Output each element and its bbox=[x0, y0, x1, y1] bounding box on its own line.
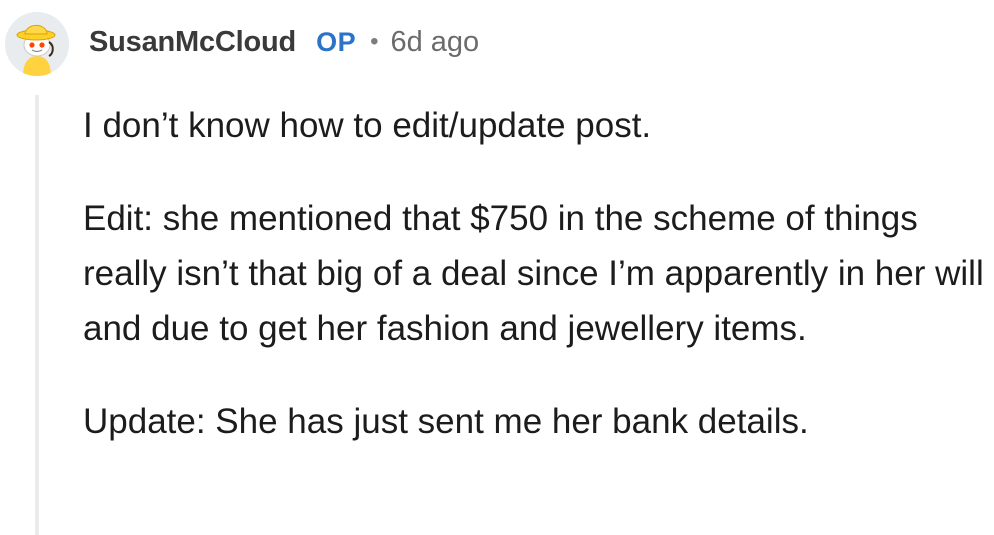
comment: SusanMcCloud OP • 6d ago I don’t know ho… bbox=[0, 0, 994, 535]
thread-line[interactable] bbox=[35, 95, 39, 535]
comment-body: I don’t know how to edit/update post. Ed… bbox=[83, 98, 988, 449]
username[interactable]: SusanMcCloud bbox=[89, 26, 296, 59]
op-badge: OP bbox=[316, 26, 357, 57]
timestamp[interactable]: 6d ago bbox=[390, 26, 479, 59]
snoo-avatar-icon bbox=[5, 12, 69, 76]
comment-header: SusanMcCloud OP • 6d ago bbox=[89, 22, 479, 62]
comment-paragraph: Update: She has just sent me her bank de… bbox=[83, 402, 809, 441]
comment-paragraph: I don’t know how to edit/update post. bbox=[83, 106, 652, 145]
meta-separator: • bbox=[370, 28, 379, 55]
comment-paragraph: Edit: she mentioned that $750 in the sch… bbox=[83, 199, 984, 348]
avatar[interactable] bbox=[5, 12, 69, 76]
